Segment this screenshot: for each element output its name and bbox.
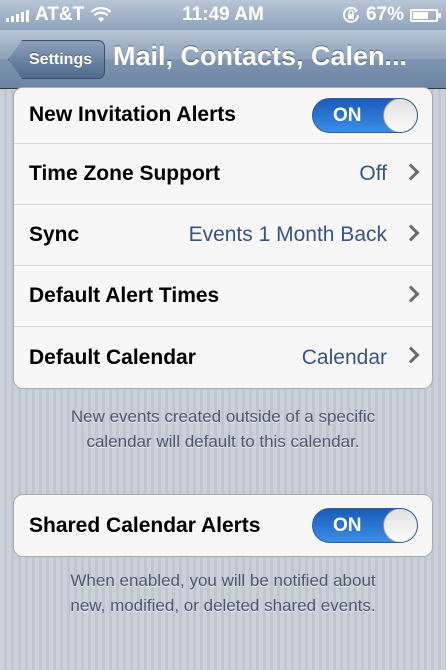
footnote-line: New events created outside of a specific [70, 407, 376, 426]
navigation-bar: Settings Mail, Contacts, Calen... [0, 30, 446, 89]
new-invitation-alerts-toggle[interactable]: ON [312, 98, 418, 133]
sync-row[interactable]: Sync Events 1 Month Back [14, 205, 432, 266]
shared-calendar-alerts-label: Shared Calendar Alerts [29, 513, 261, 537]
sync-label: Sync [29, 223, 80, 246]
chevron-right-icon [402, 346, 420, 364]
default-alert-times-label: Default Alert Times [29, 284, 220, 307]
toggle-knob [383, 509, 417, 542]
shared-calendar-alerts-row: Shared Calendar Alerts ON [14, 495, 432, 556]
footnote-line: When enabled, you will be notified about [70, 571, 376, 590]
time-zone-support-row[interactable]: Time Zone Support Off [14, 144, 432, 205]
battery-icon [410, 8, 441, 22]
default-calendar-label: Default Calendar [29, 345, 196, 369]
shared-calendar-group: Shared Calendar Alerts ON [13, 494, 433, 557]
time-zone-support-value: Off [359, 162, 387, 185]
default-calendar-footnote: New events created outside of a specific… [20, 404, 426, 454]
default-calendar-value: Calendar [301, 345, 387, 369]
page-title: Mail, Contacts, Calen... [113, 41, 408, 71]
default-alert-times-row[interactable]: Default Alert Times [14, 266, 432, 327]
chevron-right-icon [402, 163, 420, 181]
status-right: 67% [342, 4, 441, 26]
footnote-line: new, modified, or deleted shared events. [70, 596, 376, 615]
footnote-line: calendar will default to this calendar. [86, 432, 360, 451]
calendar-settings-group: New Invitation Alerts ON Time Zone Suppo… [13, 87, 433, 389]
time-zone-support-label: Time Zone Support [29, 162, 220, 185]
battery-level [413, 11, 428, 19]
new-invitation-alerts-label: New Invitation Alerts [29, 103, 236, 126]
toggle-knob [383, 99, 417, 132]
chevron-right-icon [402, 285, 420, 303]
new-invitation-alerts-row: New Invitation Alerts ON [14, 88, 432, 144]
toggle-state-label: ON [333, 515, 362, 536]
settings-back-button[interactable]: Settings [8, 40, 106, 79]
rotation-lock-icon [342, 6, 359, 23]
chevron-right-icon [402, 224, 420, 242]
shared-calendar-footnote: When enabled, you will be notified about… [20, 568, 426, 618]
toggle-state-label: ON [333, 105, 362, 126]
status-bar: AT&T 11:49 AM 67% [0, 0, 446, 30]
battery-percent: 67% [365, 4, 404, 25]
shared-calendar-alerts-toggle[interactable]: ON [312, 508, 418, 543]
sync-value: Events 1 Month Back [188, 223, 387, 246]
default-calendar-row[interactable]: Default Calendar Calendar [14, 327, 432, 388]
